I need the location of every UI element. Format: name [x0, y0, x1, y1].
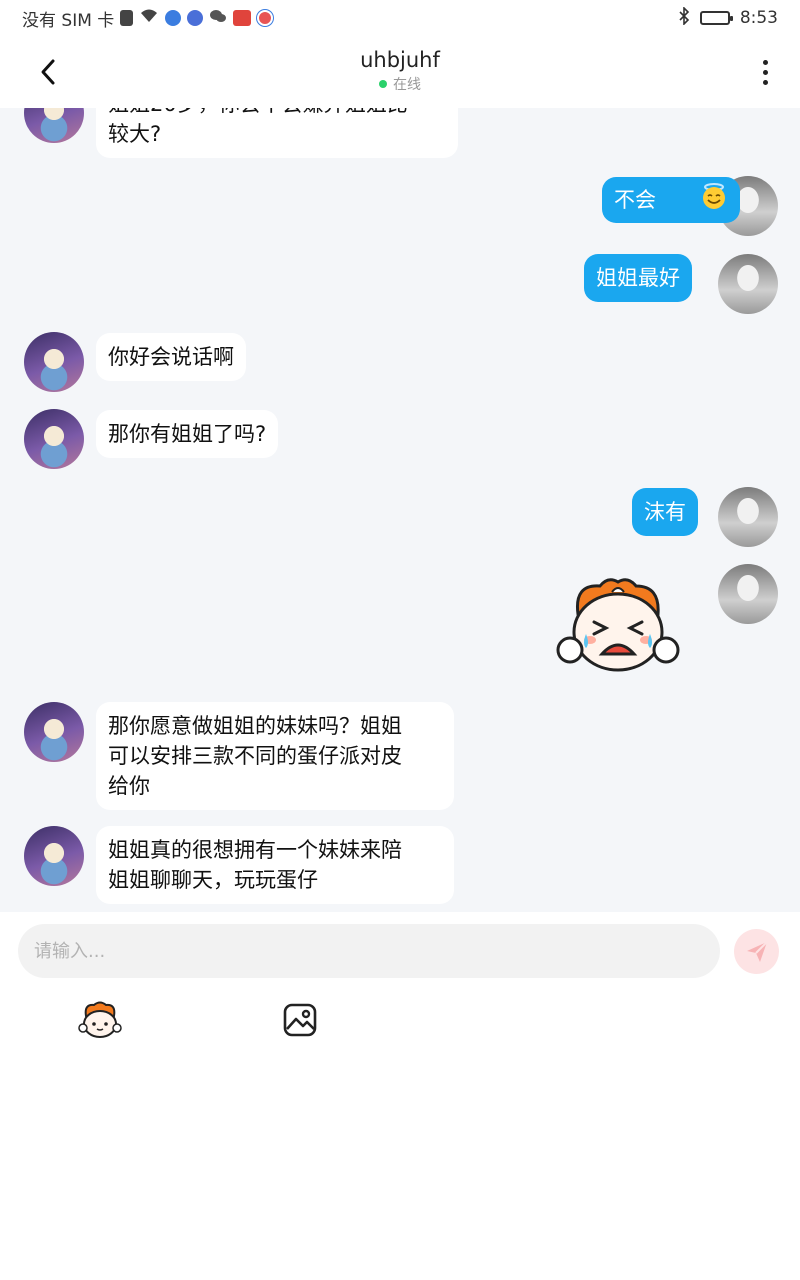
online-status: 在线	[379, 74, 421, 94]
message-bubble-sent[interactable]: 不会	[602, 177, 741, 223]
more-dot-icon	[762, 69, 768, 75]
battery-icon	[699, 11, 733, 25]
wifi-icon	[139, 8, 159, 29]
image-button[interactable]	[278, 998, 322, 1042]
send-icon	[746, 940, 768, 962]
crying-egg-sticker[interactable]	[556, 574, 680, 678]
more-dot-icon	[762, 59, 768, 65]
shop-app-icon	[233, 10, 252, 26]
music-app-icon	[187, 10, 204, 26]
carrier-label: 没有 SIM 卡	[22, 10, 115, 31]
send-button[interactable]	[734, 929, 779, 974]
egg-sticker-icon	[78, 1001, 122, 1038]
bluetooth-icon	[678, 5, 690, 30]
message-list[interactable]: 姐姐20岁，你会不会嫌弃姐姐比 较大? 不会 姐姐最好 你好会说话啊 那你有姐姐…	[0, 108, 800, 912]
wechat-icon	[209, 8, 227, 29]
message-text: 不会	[614, 188, 656, 212]
message-bubble-sent[interactable]: 姐姐最好	[584, 254, 692, 302]
more-options-button[interactable]	[750, 54, 780, 90]
status-bar: 没有 SIM 卡 8:53	[0, 0, 800, 36]
contact-avatar[interactable]	[24, 702, 84, 762]
contact-name: uhbjuhf	[360, 48, 440, 72]
my-avatar[interactable]	[718, 487, 778, 547]
my-avatar[interactable]	[718, 254, 778, 314]
message-input[interactable]	[18, 924, 720, 978]
sticker-button[interactable]	[78, 998, 122, 1042]
image-icon	[283, 1003, 317, 1037]
online-status-label: 在线	[393, 77, 421, 93]
contact-avatar[interactable]	[24, 108, 84, 143]
message-bubble-received[interactable]: 姐姐20岁，你会不会嫌弃姐姐比 较大?	[96, 108, 458, 158]
more-dot-icon	[762, 79, 768, 85]
my-avatar[interactable]	[718, 564, 778, 624]
game-app-icon	[257, 10, 274, 26]
composer-panel	[0, 912, 800, 1280]
message-bubble-sent[interactable]: 沫有	[632, 488, 698, 536]
clock: 8:53	[739, 8, 778, 28]
contact-avatar[interactable]	[24, 826, 84, 886]
message-bubble-received[interactable]: 那你愿意做姐姐的妹妹吗？姐姐 可以安排三款不同的蛋仔派对皮 给你	[96, 702, 454, 810]
online-dot-icon	[379, 80, 387, 88]
message-bubble-received[interactable]: 那你有姐姐了吗?	[96, 410, 279, 458]
message-bubble-received[interactable]: 姐姐真的很想拥有一个妹妹来陪 姐姐聊聊天，玩玩蛋仔	[96, 826, 454, 904]
contact-avatar[interactable]	[24, 409, 84, 469]
sim-alert-icon	[120, 10, 134, 26]
contact-avatar[interactable]	[24, 332, 84, 392]
message-bubble-received[interactable]: 你好会说话啊	[96, 333, 246, 381]
chat-header: uhbjuhf 在线	[0, 36, 800, 108]
halo-smile-emoji-icon	[660, 152, 728, 248]
browser-app-icon	[165, 10, 182, 26]
